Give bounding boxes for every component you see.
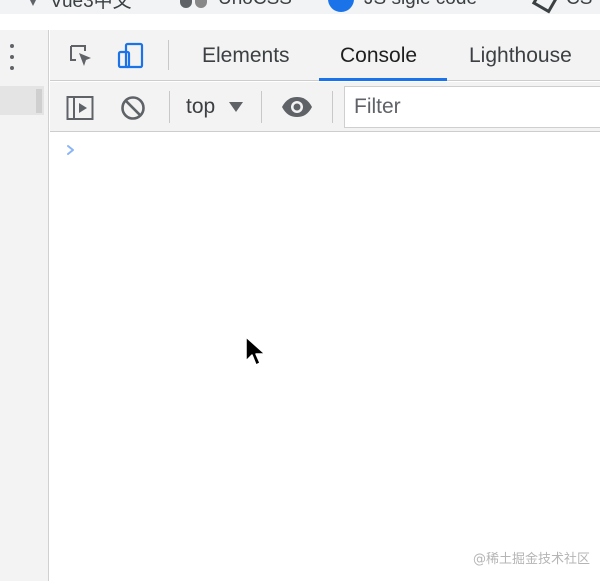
context-selector[interactable]: top <box>186 82 244 132</box>
device-toolbar-icon[interactable] <box>116 41 146 71</box>
toolbar-divider <box>332 91 333 123</box>
tab-lighthouse[interactable]: Lighthouse <box>469 30 572 81</box>
filter-input[interactable] <box>344 86 600 128</box>
console-output[interactable] <box>50 133 600 581</box>
console-toolbar: top <box>50 82 600 132</box>
context-label: top <box>186 95 216 118</box>
prompt-chevron-icon <box>67 145 74 155</box>
sidebar-toggle-icon[interactable] <box>65 93 95 123</box>
more-options-icon[interactable] <box>8 44 16 70</box>
clear-console-icon[interactable] <box>118 93 148 123</box>
devtools-tabbar: Elements Console Lighthouse <box>50 30 600 81</box>
bookmark-label: CS <box>566 0 592 10</box>
panel-resize-handle[interactable] <box>0 86 44 115</box>
active-tab-indicator <box>319 78 447 81</box>
bookmark-js-single-code[interactable]: JS sigle code <box>328 0 477 14</box>
inspect-element-icon[interactable] <box>66 41 96 71</box>
unocss-icon <box>180 0 208 8</box>
bookmark-unocss[interactable]: UnoCSS <box>180 0 292 14</box>
bookmark-label: JS sigle code <box>364 0 477 10</box>
toolbar-divider <box>261 91 262 123</box>
tab-console[interactable]: Console <box>340 30 417 81</box>
bookmark-css[interactable]: CS <box>531 0 592 14</box>
css-icon <box>531 0 561 14</box>
bookmark-label: UnoCSS <box>218 0 292 10</box>
toolbar-divider <box>169 91 170 123</box>
bookmark-vue3[interactable]: Vue3中文 <box>26 0 132 14</box>
bookmarks-bar: Vue3中文 UnoCSS JS sigle code CS <box>0 0 600 14</box>
live-expression-eye-icon[interactable] <box>281 95 313 119</box>
mouse-cursor-icon <box>245 336 266 366</box>
watermark: @稀土掘金技术社区 <box>473 552 591 567</box>
info-circle-icon <box>328 0 354 12</box>
bookmark-label: Vue3中文 <box>50 0 132 12</box>
page-panel-strip <box>0 30 49 581</box>
tab-elements[interactable]: Elements <box>202 30 290 81</box>
vue-icon <box>26 0 40 6</box>
tab-divider <box>168 40 169 70</box>
caret-down-icon <box>229 102 244 112</box>
